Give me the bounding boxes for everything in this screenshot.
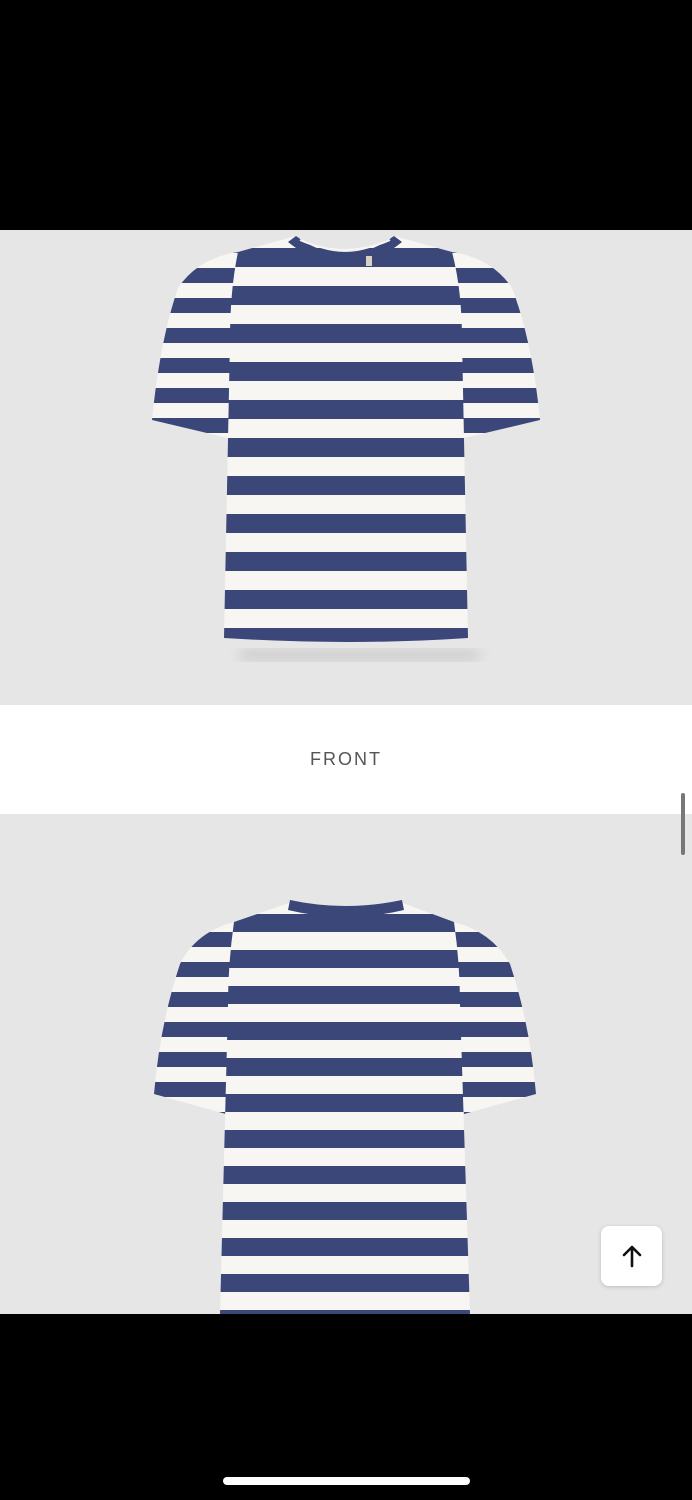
product-image-front xyxy=(0,230,692,705)
view-caption-band: FRONT xyxy=(0,705,692,814)
scroll-to-top-button[interactable] xyxy=(601,1226,662,1286)
striped-tshirt-front-image xyxy=(152,236,540,660)
front-view-caption: FRONT xyxy=(310,749,382,769)
arrow-up-icon xyxy=(619,1243,645,1269)
striped-tshirt-back-image xyxy=(154,900,536,1314)
scroll-indicator[interactable] xyxy=(681,793,685,855)
bottom-black-area xyxy=(0,1314,692,1500)
product-image-back xyxy=(0,814,692,1314)
home-indicator[interactable] xyxy=(223,1477,470,1485)
top-black-area xyxy=(0,0,692,230)
